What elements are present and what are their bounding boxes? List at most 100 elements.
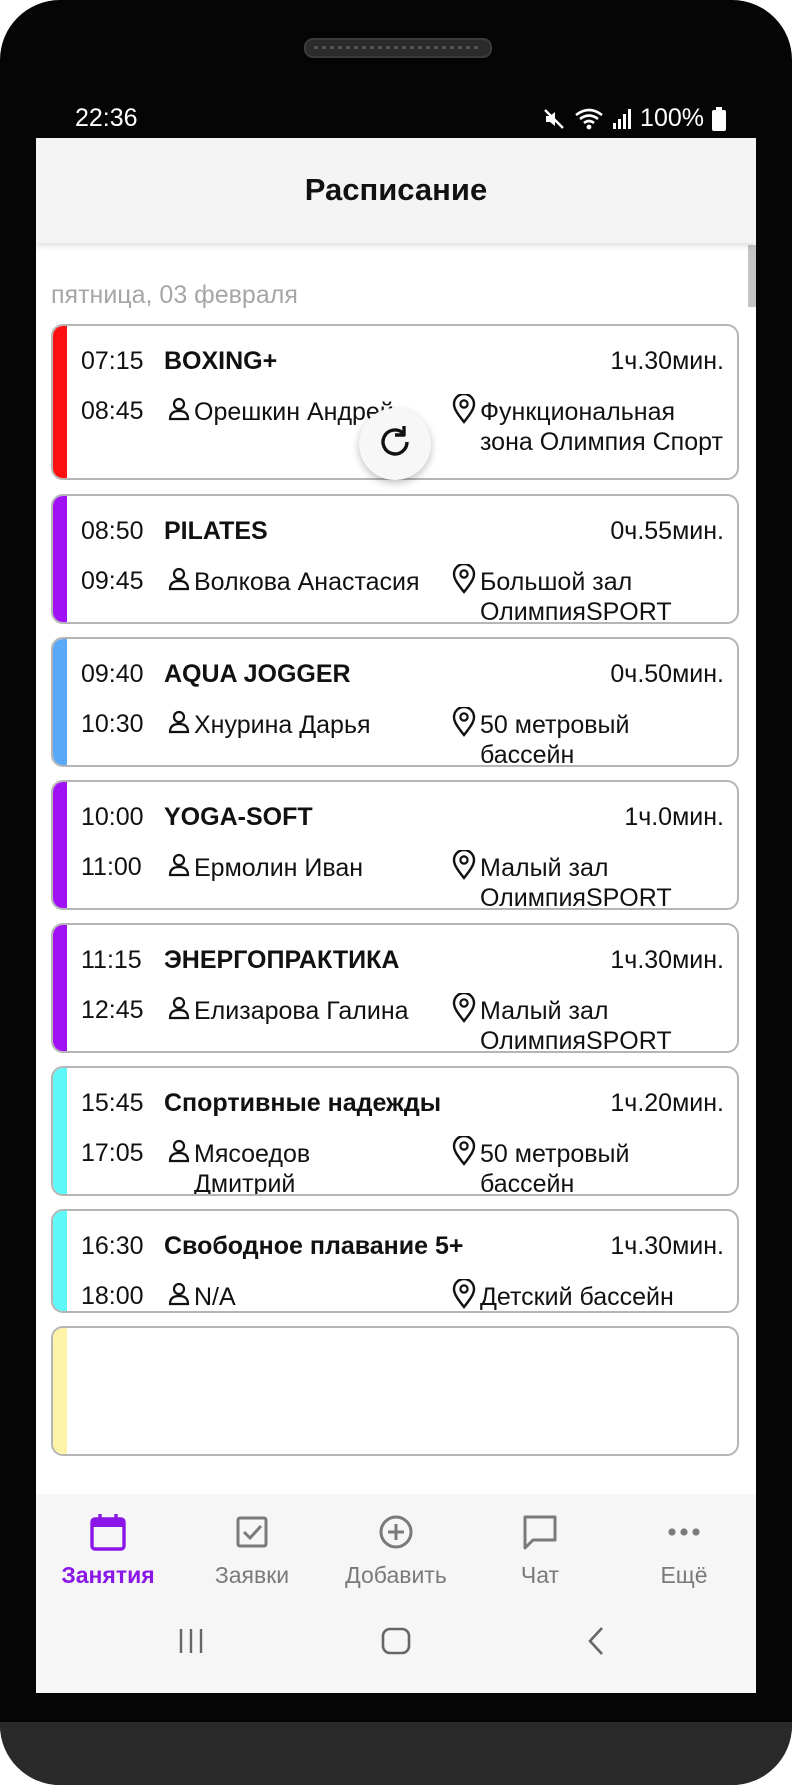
more-icon bbox=[668, 1528, 700, 1536]
class-card[interactable]: 10:00 11:00 YOGA-SOFT 1ч.0мин. Ермолин И… bbox=[51, 780, 739, 910]
class-end-time: 17:05 bbox=[81, 1139, 144, 1167]
class-start-time: 10:00 bbox=[81, 803, 144, 831]
nav-label: Занятия bbox=[61, 1562, 155, 1588]
home-button[interactable] bbox=[380, 1626, 412, 1661]
class-name: ЭНЕРГОПРАКТИКА bbox=[164, 946, 400, 974]
nav-classes[interactable]: Занятия bbox=[36, 1494, 180, 1606]
class-start-time: 16:30 bbox=[81, 1232, 144, 1260]
class-card[interactable]: 08:50 09:45 PILATES 0ч.55мин. Волкова Ан… bbox=[51, 494, 739, 624]
location-pin-icon bbox=[452, 562, 476, 599]
app-bar: Расписание bbox=[36, 138, 756, 243]
status-icons: 100% bbox=[542, 104, 726, 133]
class-end-time: 18:00 bbox=[81, 1282, 144, 1310]
speaker-grille bbox=[304, 38, 492, 58]
class-end-time: 11:00 bbox=[81, 853, 142, 881]
location-pin-icon bbox=[452, 848, 476, 885]
checkbox-icon bbox=[236, 1516, 268, 1548]
person-icon bbox=[168, 397, 190, 426]
phone-bottom-edge bbox=[0, 1722, 792, 1785]
nav-label: Добавить bbox=[345, 1562, 447, 1588]
person-icon bbox=[168, 1282, 190, 1311]
location-pin-icon bbox=[452, 705, 476, 742]
back-icon bbox=[588, 1627, 603, 1655]
nav-requests[interactable]: Заявки bbox=[180, 1494, 324, 1606]
class-trainer: N/A bbox=[194, 1283, 236, 1311]
location-pin-icon bbox=[452, 392, 476, 429]
nav-label: Чат bbox=[520, 1562, 560, 1588]
refresh-button[interactable] bbox=[359, 408, 431, 480]
class-name: Спортивные надежды bbox=[164, 1089, 442, 1117]
status-time: 22:36 bbox=[75, 104, 138, 132]
recent-apps-icon bbox=[179, 1629, 203, 1653]
wifi-icon bbox=[574, 107, 604, 131]
class-start-time: 11:15 bbox=[81, 946, 142, 974]
class-duration: 1ч.30мин. bbox=[610, 1232, 724, 1260]
class-duration: 0ч.55мин. bbox=[610, 517, 724, 545]
class-duration: 0ч.50мин. bbox=[610, 660, 724, 688]
class-end-time: 09:45 bbox=[81, 567, 144, 595]
nav-add[interactable]: Добавить bbox=[324, 1494, 468, 1606]
class-card[interactable]: 16:30 18:00 Свободное плавание 5+ 1ч.30м… bbox=[51, 1209, 739, 1313]
chat-icon bbox=[523, 1515, 557, 1550]
class-card[interactable]: 15:45 17:05 Спортивные надежды 1ч.20мин.… bbox=[51, 1066, 739, 1196]
class-location: 50 метровый бассейн bbox=[480, 1140, 630, 1196]
nav-chat[interactable]: Чат bbox=[468, 1494, 612, 1606]
class-card[interactable]: 11:15 12:45 ЭНЕРГОПРАКТИКА 1ч.30мин. Ели… bbox=[51, 923, 739, 1053]
battery-level: 100% bbox=[640, 104, 704, 132]
nav-label: Ещё bbox=[660, 1562, 708, 1588]
date-header: пятница, 03 февраля bbox=[51, 281, 298, 309]
status-bar: 22:36 100% bbox=[36, 100, 756, 138]
class-color-stripe bbox=[53, 782, 67, 908]
home-icon bbox=[381, 1627, 411, 1655]
system-navigation-bar bbox=[36, 1606, 756, 1693]
class-color-stripe bbox=[53, 925, 67, 1051]
signal-icon bbox=[612, 108, 632, 130]
class-color-stripe bbox=[53, 1328, 67, 1454]
class-trainer: Хнурина Дарья bbox=[194, 711, 371, 739]
class-duration: 1ч.30мин. bbox=[610, 347, 724, 375]
class-name: AQUA JOGGER bbox=[164, 660, 351, 688]
class-start-time: 09:40 bbox=[81, 660, 144, 688]
scrollbar[interactable] bbox=[748, 245, 756, 307]
nav-more[interactable]: Ещё bbox=[612, 1494, 756, 1606]
class-duration: 1ч.30мин. bbox=[610, 946, 724, 974]
class-card[interactable]: 09:40 10:30 AQUA JOGGER 0ч.50мин. Хнурин… bbox=[51, 637, 739, 767]
person-icon bbox=[168, 853, 190, 882]
location-pin-icon bbox=[452, 1277, 476, 1311]
back-button[interactable] bbox=[584, 1626, 608, 1661]
bottom-navigation: Занятия Заявки Добавить Чат Ещё bbox=[36, 1494, 756, 1606]
class-color-stripe bbox=[53, 1211, 67, 1311]
class-location: Большой зал ОлимпияSPORT bbox=[480, 568, 672, 624]
class-end-time: 12:45 bbox=[81, 996, 144, 1024]
page-title: Расписание bbox=[304, 172, 488, 207]
class-location: Малый зал ОлимпияSPORT bbox=[480, 997, 672, 1053]
person-icon bbox=[168, 567, 190, 596]
class-color-stripe bbox=[53, 1068, 67, 1194]
location-pin-icon bbox=[452, 991, 476, 1028]
class-color-stripe bbox=[53, 496, 67, 622]
class-end-time: 08:45 bbox=[81, 397, 144, 425]
person-icon bbox=[168, 996, 190, 1025]
class-start-time: 07:15 bbox=[81, 347, 144, 375]
class-location: Функциональная зона Олимпия Спорт bbox=[480, 398, 723, 456]
class-name: BOXING+ bbox=[164, 347, 278, 375]
class-end-time: 10:30 bbox=[81, 710, 144, 738]
class-trainer: Елизарова Галина bbox=[194, 997, 409, 1025]
person-icon bbox=[168, 1139, 190, 1168]
calendar-icon bbox=[90, 1514, 126, 1551]
nav-label: Заявки bbox=[214, 1562, 290, 1588]
person-icon bbox=[168, 710, 190, 739]
class-name: Свободное плавание 5+ bbox=[164, 1232, 464, 1260]
battery-icon bbox=[712, 106, 726, 131]
class-trainer: Волкова Анастасия bbox=[194, 568, 420, 596]
class-location: 50 метровый бассейн bbox=[480, 711, 630, 767]
class-name: PILATES bbox=[164, 517, 268, 545]
class-card[interactable] bbox=[51, 1326, 739, 1456]
class-color-stripe bbox=[53, 639, 67, 765]
recent-apps-button[interactable] bbox=[176, 1626, 206, 1661]
class-start-time: 08:50 bbox=[81, 517, 144, 545]
location-pin-icon bbox=[452, 1134, 476, 1171]
class-duration: 1ч.0мин. bbox=[624, 803, 724, 831]
class-trainer: Ермолин Иван bbox=[194, 854, 364, 882]
mute-icon bbox=[542, 107, 566, 131]
